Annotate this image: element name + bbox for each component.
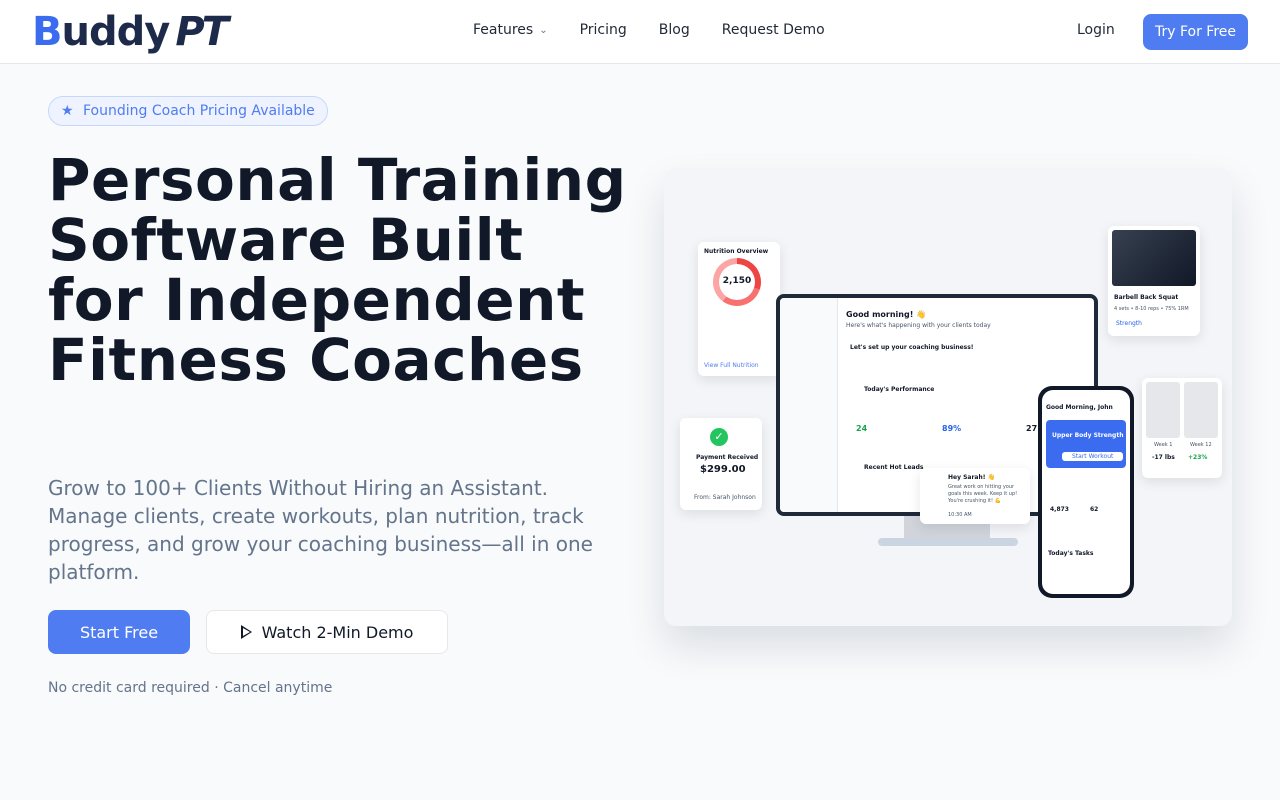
- payment-label: Payment Received: [696, 454, 759, 461]
- nav-pricing[interactable]: Pricing: [580, 22, 627, 38]
- exercise-name: Barbell Back Squat: [1114, 294, 1179, 301]
- site-header: B uddy PT Features ⌄ Pricing Blog Reques…: [0, 0, 1280, 64]
- before-photo: [1146, 382, 1180, 438]
- check-icon: ✓: [710, 428, 728, 446]
- monitor-base: [878, 538, 1018, 546]
- progress-gain: +23%: [1188, 454, 1208, 461]
- nutrition-value: 2,150: [722, 276, 752, 286]
- dashboard-setup: Let's set up your coaching business!: [850, 344, 974, 351]
- main-nav: Features ⌄ Pricing Blog Request Demo: [473, 22, 825, 38]
- nav-blog[interactable]: Blog: [659, 22, 690, 38]
- phone-mockup: Good Morning, John Upper Body Strength S…: [1038, 386, 1134, 598]
- chat-name: Hey Sarah! 👋: [948, 474, 996, 481]
- exercise-photo: [1112, 230, 1196, 286]
- progress-week12: Week 12: [1190, 442, 1212, 448]
- dashboard-sidebar: [780, 298, 838, 512]
- phone-stat-1: 4,873: [1050, 506, 1069, 513]
- chat-time: 10:30 AM: [948, 512, 972, 518]
- founding-badge: ★ Founding Coach Pricing Available: [48, 96, 328, 126]
- exercise-meta: 4 sets • 8-10 reps • 75% 1RM: [1114, 306, 1189, 312]
- phone-greeting: Good Morning, John: [1046, 404, 1113, 411]
- progress-loss: -17 lbs: [1152, 454, 1175, 461]
- start-free-button[interactable]: Start Free: [48, 610, 190, 654]
- logo-text: uddy: [61, 9, 171, 55]
- star-icon: ★: [61, 103, 74, 119]
- progress-card: Week 1 Week 12 -17 lbs +23%: [1142, 378, 1222, 478]
- fineprint: No credit card required · Cancel anytime: [48, 680, 333, 696]
- after-photo: [1184, 382, 1218, 438]
- phone-tasks: Today's Tasks: [1048, 550, 1094, 557]
- exercise-tag: Strength: [1116, 320, 1142, 327]
- try-for-free-button[interactable]: Try For Free: [1143, 14, 1248, 50]
- phone-screen: Good Morning, John Upper Body Strength S…: [1042, 390, 1130, 594]
- payment-from: From: Sarah Johnson: [694, 494, 756, 501]
- logo-letter-b: B: [32, 9, 62, 55]
- stat-1: 24: [856, 424, 868, 433]
- chat-msg: Great work on hitting your goals this we…: [948, 484, 1018, 504]
- login-link[interactable]: Login: [1077, 22, 1115, 38]
- chat-bubble: Hey Sarah! 👋 Great work on hitting your …: [920, 468, 1030, 524]
- dashboard-sub: Here's what's happening with your client…: [846, 322, 991, 329]
- brand-logo[interactable]: B uddy PT: [32, 9, 229, 55]
- dashboard-greeting: Good morning! 👋: [846, 310, 927, 319]
- dashboard-perf: Today's Performance: [864, 386, 935, 393]
- stat-3: 27: [1026, 424, 1038, 433]
- watch-demo-button[interactable]: Watch 2-Min Demo: [206, 610, 448, 654]
- logo-pt: PT: [175, 9, 229, 55]
- phone-workout: Upper Body Strength: [1052, 432, 1124, 439]
- nutrition-title: Nutrition Overview: [704, 248, 769, 255]
- stat-2: 89%: [942, 424, 962, 433]
- dashboard-leads: Recent Hot Leads: [864, 464, 924, 471]
- payment-amount: $299.00: [700, 464, 746, 475]
- chevron-down-icon: ⌄: [539, 24, 548, 36]
- nav-features-label: Features: [473, 22, 534, 38]
- nav-features[interactable]: Features ⌄: [473, 22, 548, 38]
- play-icon: [240, 625, 252, 639]
- nav-request-demo[interactable]: Request Demo: [722, 22, 825, 38]
- product-mockup: Nutrition Overview View Full Nutrition 2…: [664, 168, 1232, 626]
- nutrition-link: View Full Nutrition: [704, 362, 759, 369]
- exercise-card: Barbell Back Squat 4 sets • 8-10 reps • …: [1108, 226, 1200, 336]
- phone-stat-2: 62: [1090, 506, 1099, 513]
- watch-demo-label: Watch 2-Min Demo: [261, 622, 414, 642]
- phone-start-button: Start Workout: [1062, 452, 1124, 461]
- progress-week1: Week 1: [1154, 442, 1173, 448]
- phone-workout-card: Upper Body Strength Start Workout: [1046, 420, 1126, 468]
- badge-label: Founding Coach Pricing Available: [83, 103, 315, 119]
- page-title: Personal Training Software Built for Ind…: [48, 146, 627, 394]
- hero-subtitle: Grow to 100+ Clients Without Hiring an A…: [48, 476, 593, 584]
